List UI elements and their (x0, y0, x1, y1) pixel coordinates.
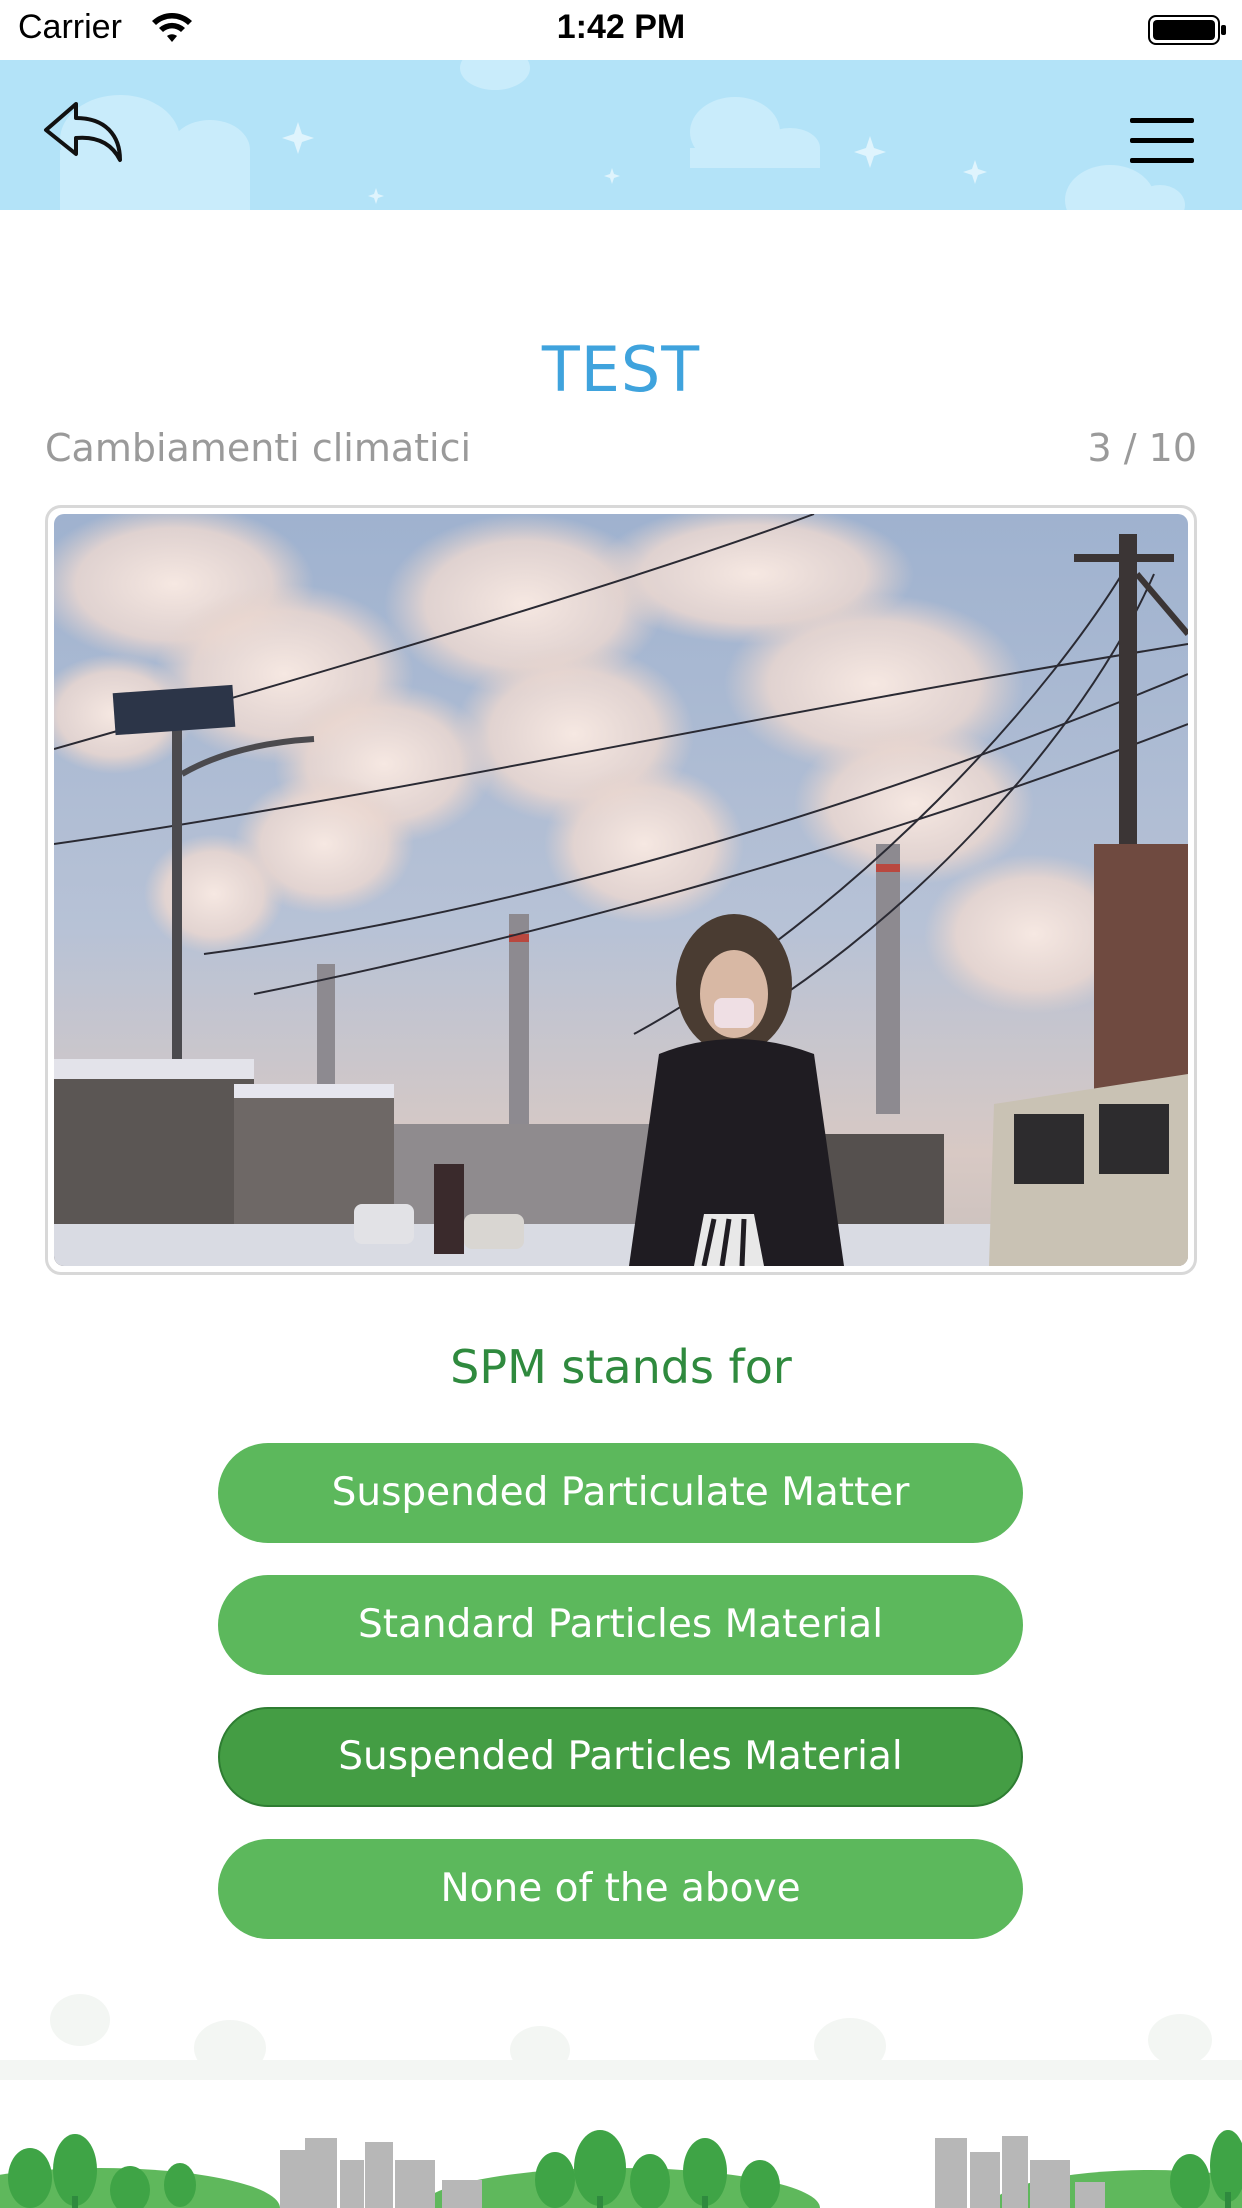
back-arrow-icon[interactable] (40, 96, 130, 166)
category-label: Cambiamenti climatici (45, 426, 472, 470)
question-image-frame (45, 505, 1197, 1275)
question-progress: 3 / 10 (1087, 426, 1198, 470)
answer-button-3-selected[interactable]: Suspended Particles Material (218, 1707, 1023, 1807)
page-title: TEST (541, 333, 701, 406)
hamburger-menu-icon[interactable] (1126, 114, 1198, 170)
clock: 1:42 PM (556, 8, 686, 46)
sky-decoration (60, 60, 1185, 210)
status-bar: Carrier 1:42 PM (0, 0, 1242, 60)
pollution-photo (54, 514, 1188, 1266)
app-header (0, 60, 1242, 210)
city-forest-decoration (0, 1994, 1242, 2208)
question-text: SPM stands for (450, 1340, 792, 1394)
answer-button-1[interactable]: Suspended Particulate Matter (218, 1443, 1023, 1543)
answer-button-4[interactable]: None of the above (218, 1839, 1023, 1939)
battery-icon (1148, 15, 1226, 45)
answer-button-2[interactable]: Standard Particles Material (218, 1575, 1023, 1675)
quiz-screen: Carrier 1:42 PM TEST Cambiamenti climati… (0, 0, 1242, 2208)
